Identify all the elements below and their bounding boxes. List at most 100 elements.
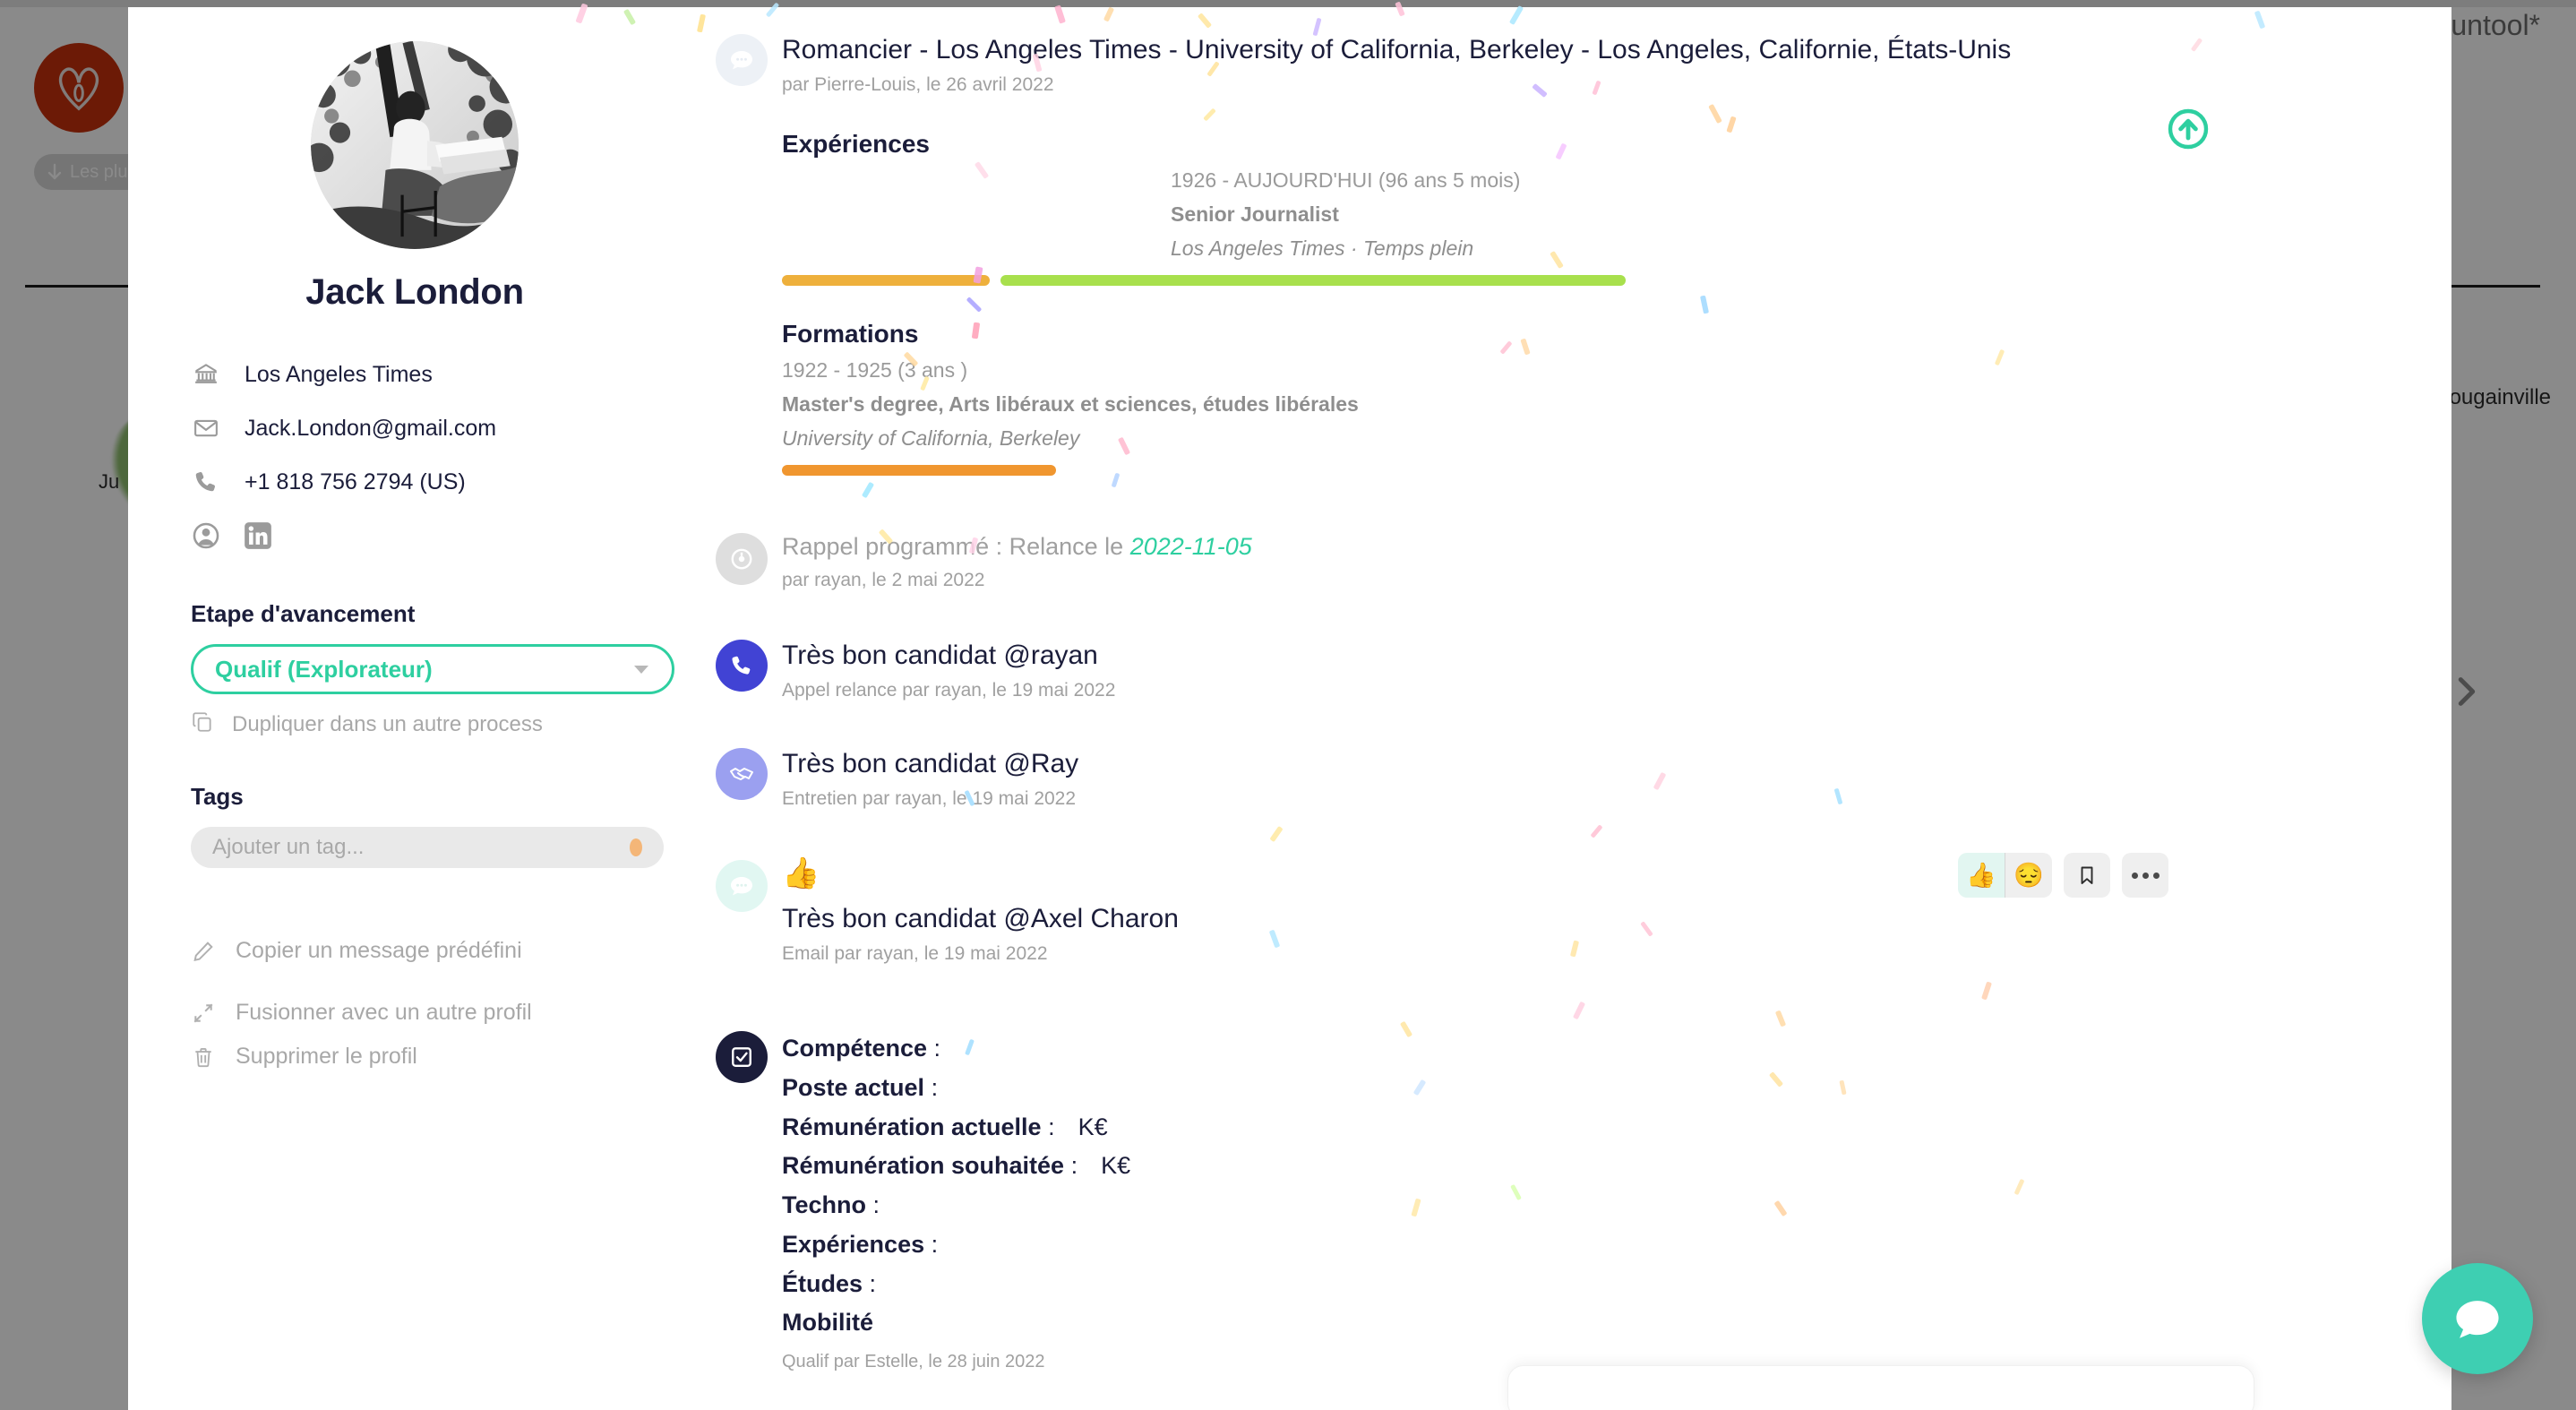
more-options-button[interactable] <box>2122 853 2168 898</box>
experiences-detail: 1926 - AUJOURD'HUI (96 ans 5 mois) Senio… <box>1171 168 2344 261</box>
call-entry-title[interactable]: Très bon candidat @rayan <box>782 638 2344 673</box>
reaction-sad-button[interactable]: 😔 <box>2005 853 2052 898</box>
tag-input[interactable]: Ajouter un tag... <box>191 827 664 868</box>
experiences-block: Expériences 1926 - AUJOURD'HUI (96 ans 5… <box>782 130 2344 286</box>
stage-select[interactable]: Qualif (Explorateur) <box>191 644 674 694</box>
experience-period: 1926 - AUJOURD'HUI (96 ans 5 mois) <box>1171 168 1521 192</box>
merge-profile-action[interactable]: Fusionner avec un autre profil <box>191 1000 639 1026</box>
cv-entry-title[interactable]: Romancier - Los Angeles Times - Universi… <box>782 32 2344 67</box>
reaction-group: 👍 😔 <box>1958 853 2052 898</box>
chat-launcher-button[interactable] <box>2422 1263 2533 1374</box>
tag-color-dot <box>630 838 642 856</box>
email-entry: 👍 😔 👍 Très bon candidat @Axel Charon Ema… <box>716 853 2344 965</box>
tag-input-placeholder: Ajouter un tag... <box>212 835 365 859</box>
interview-entry: Très bon candidat @Ray Entretien par ray… <box>716 746 2344 810</box>
copy-predefined-message-label: Copier un message prédéfini <box>236 938 522 963</box>
qualification-row: Techno : <box>782 1186 2344 1225</box>
more-horizontal-icon <box>2131 872 2160 879</box>
person-circle-icon[interactable] <box>191 520 221 555</box>
next-card-preview[interactable] <box>1507 1365 2254 1410</box>
pencil-icon <box>191 940 216 963</box>
formation-degree: Master's degree, Arts libéraux et scienc… <box>782 392 1359 416</box>
email-entry-title[interactable]: Très bon candidat @Axel Charon <box>782 901 2344 936</box>
qualification-label: Expériences <box>782 1230 925 1258</box>
clock-icon <box>716 533 768 585</box>
qualification-label: Poste actuel <box>782 1073 925 1101</box>
bookmark-button[interactable] <box>2064 853 2110 898</box>
contact-phone-value: +1 818 756 2794 (US) <box>245 469 466 494</box>
interview-entry-title[interactable]: Très bon candidat @Ray <box>782 746 2344 781</box>
stage-heading: Etape d'avancement <box>191 600 416 627</box>
qualification-separator: : <box>1041 1113 1055 1140</box>
qualification-row: Études : <box>782 1265 2344 1304</box>
page-title: Jack London <box>305 272 524 312</box>
copy-predefined-message-action[interactable]: Copier un message prédéfini <box>191 938 639 964</box>
formations-timeline-bars <box>782 465 2344 476</box>
reminder-entry: Rappel programmé : Relance le 2022-11-05… <box>716 531 2344 591</box>
qualification-unit: K€ <box>1101 1152 1131 1180</box>
qualification-row: Rémunération actuelle : K€ <box>782 1108 2344 1148</box>
check-square-icon <box>716 1031 768 1084</box>
duplicate-process-action[interactable]: Dupliquer dans un autre process <box>191 710 639 738</box>
qualification-row: Compétence : <box>782 1029 2344 1069</box>
qualification-label: Compétence <box>782 1035 928 1062</box>
qualification-label: Techno <box>782 1191 866 1219</box>
bookmark-icon <box>2081 866 2093 885</box>
call-entry-meta: Appel relance par rayan, le 19 mai 2022 <box>782 680 1116 701</box>
qualification-unit: K€ <box>1078 1113 1108 1140</box>
promote-button[interactable] <box>2167 107 2210 150</box>
qualification-separator: : <box>924 1230 939 1258</box>
profile-modal: Jack London Los Angeles Times Jack.Londo… <box>128 7 2451 1410</box>
contact-phone[interactable]: +1 818 756 2794 (US) <box>191 467 639 497</box>
qualification-label: Rémunération actuelle <box>782 1113 1042 1140</box>
experience-role: Senior Journalist <box>1171 202 1339 226</box>
linkedin-icon[interactable] <box>243 520 273 555</box>
sidebar-actions: Copier un message prédéfini Fusionner av… <box>191 938 639 1070</box>
timeline-bar <box>782 465 1056 476</box>
avatar-container <box>191 41 639 249</box>
qualification-separator: : <box>927 1035 941 1062</box>
qualification-row: Expériences : <box>782 1225 2344 1265</box>
envelope-icon <box>191 415 221 442</box>
chevron-down-icon <box>634 665 648 674</box>
handshake-icon <box>716 748 768 801</box>
reaction-toolbar: 👍 😔 <box>1958 853 2168 898</box>
phone-icon <box>716 640 768 692</box>
duplicate-process-label: Dupliquer dans un autre process <box>232 711 543 736</box>
formation-period: 1922 - 1925 (3 ans ) <box>782 358 968 382</box>
avatar-photo-icon <box>311 41 519 249</box>
timeline-bar <box>782 275 990 286</box>
cv-entry: Romancier - Los Angeles Times - Universi… <box>716 32 2344 476</box>
qualification-row: Mobilité <box>782 1303 2344 1343</box>
qualification-label: Mobilité <box>782 1309 873 1337</box>
avatar[interactable] <box>311 41 519 249</box>
experience-company: Los Angeles Times · Temps plein <box>1171 236 1474 260</box>
qualification-label: Études <box>782 1269 863 1297</box>
reminder-title[interactable]: Rappel programmé : Relance le 2022-11-05 <box>782 531 2344 563</box>
qualification-fields: Compétence : Poste actuel : Rémunération… <box>782 1029 2344 1343</box>
qualification-row: Poste actuel : <box>782 1069 2344 1108</box>
stage-select-value: Qualif (Explorateur) <box>215 655 433 683</box>
activity-feed: Romancier - Los Angeles Times - Universi… <box>683 7 2451 1410</box>
cv-entry-meta: par Pierre-Louis, le 26 avril 2022 <box>782 74 1054 95</box>
interview-entry-meta: Entretien par rayan, le 19 mai 2022 <box>782 788 1077 810</box>
profile-sidebar: Jack London Los Angeles Times Jack.Londo… <box>128 7 683 1410</box>
contact-email[interactable]: Jack.London@gmail.com <box>191 413 639 443</box>
arrow-up-circle-icon <box>2168 108 2209 150</box>
reaction-thumbs-up-button[interactable]: 👍 <box>1958 853 2005 898</box>
qualification-separator: : <box>1064 1152 1078 1180</box>
contact-company[interactable]: Los Angeles Times <box>191 359 639 390</box>
formations-block: Formations 1922 - 1925 (3 ans ) Master's… <box>782 320 2344 476</box>
contact-list: Los Angeles Times Jack.London@gmail.com <box>191 359 639 555</box>
contact-company-value: Los Angeles Times <box>245 361 433 387</box>
chat-bubble-icon <box>716 860 768 913</box>
chat-bubble-icon <box>2456 1301 2499 1338</box>
delete-profile-action[interactable]: Supprimer le profil <box>191 1044 639 1070</box>
merge-profile-label: Fusionner avec un autre profil <box>236 1000 532 1025</box>
trash-icon <box>191 1045 216 1069</box>
delete-profile-label: Supprimer le profil <box>236 1044 417 1069</box>
qualification-entry: Compétence : Poste actuel : Rémunération… <box>716 1029 2344 1372</box>
formations-heading: Formations <box>782 320 919 348</box>
reminder-meta: par rayan, le 2 mai 2022 <box>782 570 985 591</box>
experiences-heading: Expériences <box>782 130 930 158</box>
